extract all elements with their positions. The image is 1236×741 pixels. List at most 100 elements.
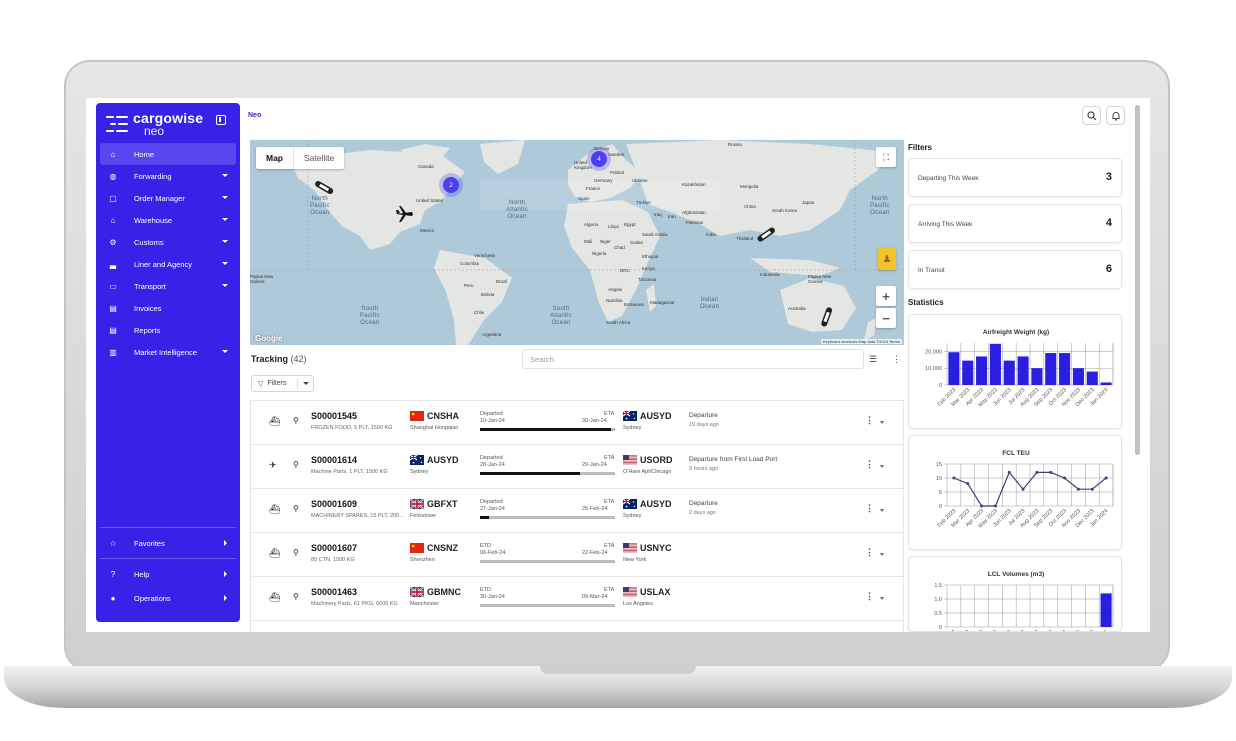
search-button[interactable] bbox=[1082, 106, 1101, 125]
location-pin-icon[interactable]: ⚲ bbox=[293, 548, 299, 557]
sidebar-item-order-manager[interactable]: ▢ Order Manager bbox=[100, 187, 236, 209]
chart-point[interactable] bbox=[1063, 476, 1067, 480]
tracking-row[interactable]: ⛴ ⚲ S00001463 Machinery Parts, 61 PKG, 6000… bbox=[251, 577, 903, 621]
chart-point[interactable] bbox=[980, 504, 984, 508]
chart-point[interactable] bbox=[1035, 470, 1039, 474]
sidebar-item-forwarding[interactable]: ◍ Forwarding bbox=[100, 165, 236, 187]
scrollbar[interactable] bbox=[1134, 103, 1141, 627]
chart-point[interactable] bbox=[993, 504, 997, 508]
shipment-id[interactable]: S00001609 bbox=[311, 499, 357, 509]
chevron-down-icon[interactable] bbox=[222, 174, 228, 177]
sort-icon[interactable]: ☰ bbox=[869, 354, 877, 365]
chart-bar[interactable] bbox=[1031, 368, 1043, 385]
chart-bar[interactable] bbox=[1100, 382, 1112, 385]
chart-bar[interactable] bbox=[1003, 360, 1015, 385]
fcl-chart-card[interactable]: FCL TEU 0 5 10 15 Feb 2023 Mar 2023 Apr 2023 May… bbox=[908, 435, 1122, 550]
chart-point[interactable] bbox=[1076, 487, 1080, 491]
row-more-icon[interactable]: ⋮ bbox=[865, 415, 874, 426]
sidebar-item-reports[interactable]: ▤ Reports bbox=[100, 319, 236, 341]
sidebar-item-invoices[interactable]: ▤ Invoices bbox=[100, 297, 236, 319]
chart-point[interactable] bbox=[1021, 487, 1025, 491]
breadcrumb[interactable]: Neo bbox=[248, 112, 261, 119]
chart-bar[interactable] bbox=[989, 343, 1001, 385]
shipment-id[interactable]: S00001607 bbox=[311, 543, 357, 553]
tracking-search-input[interactable]: Search bbox=[522, 349, 864, 369]
fullscreen-button[interactable]: ⛶ bbox=[876, 147, 896, 167]
chevron-down-icon[interactable] bbox=[222, 218, 228, 221]
chevron-down-icon[interactable] bbox=[880, 597, 884, 600]
chart-point[interactable] bbox=[1104, 476, 1108, 480]
sidebar-item-favorites[interactable]: ☆ Favorites bbox=[100, 532, 236, 554]
map-cluster-marker[interactable]: 2 bbox=[443, 177, 459, 193]
location-pin-icon[interactable]: ⚲ bbox=[293, 460, 299, 469]
chart-bar[interactable] bbox=[1045, 353, 1057, 385]
chart-bar[interactable] bbox=[962, 360, 974, 385]
lcl-chart-card[interactable]: LCL Volumes (m3)00.51.01.5Feb 2023Mar 20… bbox=[908, 556, 1122, 632]
sidebar-item-transport[interactable]: ▭ Transport bbox=[100, 275, 236, 297]
chart-point[interactable] bbox=[1090, 487, 1094, 491]
chart-point[interactable] bbox=[1049, 470, 1053, 474]
more-options-icon[interactable]: ⋮ bbox=[892, 354, 901, 365]
chevron-down-icon[interactable] bbox=[222, 350, 228, 353]
row-more-icon[interactable]: ⋮ bbox=[865, 591, 874, 602]
row-more-icon[interactable]: ⋮ bbox=[865, 459, 874, 470]
chart-bar[interactable] bbox=[976, 356, 988, 385]
chart-bar[interactable] bbox=[1072, 368, 1084, 385]
sidebar-item-help[interactable]: ? Help bbox=[100, 563, 236, 585]
location-pin-icon[interactable]: ⚲ bbox=[293, 592, 299, 601]
tracking-row[interactable]: ⛴ ⚲ S00001545 FROZEN FOOD, 5 PLT, 1500 KG CN… bbox=[251, 401, 903, 445]
tracking-row[interactable]: ⛴ ⚲ S00001609 MACHINERY SPARES, 15 PLT, 200… bbox=[251, 489, 903, 533]
chart-bar[interactable] bbox=[1086, 371, 1098, 385]
tracking-row[interactable]: ⛴ ⚲ S00001607 80 CTN, 1500 KG CNSNZ Shenzhen E… bbox=[251, 533, 903, 577]
filters-button[interactable]: ▽ Filters bbox=[251, 375, 314, 392]
street-view-pegman[interactable]: ♟ bbox=[878, 248, 896, 270]
chevron-down-icon[interactable] bbox=[222, 262, 228, 265]
tracking-count: (42) bbox=[290, 354, 307, 364]
chevron-down-icon[interactable] bbox=[222, 284, 228, 287]
scrollbar-thumb[interactable] bbox=[1135, 105, 1140, 455]
location-pin-icon[interactable]: ⚲ bbox=[293, 504, 299, 513]
chevron-down-icon[interactable] bbox=[303, 382, 309, 385]
sidebar-item-liner-and-agency[interactable]: ▃ Liner and Agency bbox=[100, 253, 236, 275]
chart-point[interactable] bbox=[1007, 470, 1011, 474]
notifications-button[interactable] bbox=[1106, 106, 1125, 125]
shipment-id[interactable]: S00001614 bbox=[311, 455, 357, 465]
chevron-down-icon[interactable] bbox=[222, 240, 228, 243]
airfreight-chart-card[interactable]: Airfreight Weight (kg) 0 10,000 20,000 Feb 2… bbox=[908, 314, 1122, 429]
chevron-down-icon[interactable] bbox=[880, 465, 884, 468]
chevron-down-icon[interactable] bbox=[880, 553, 884, 556]
collapse-sidebar-icon[interactable] bbox=[216, 115, 226, 125]
filter-card-in-transit[interactable]: In Transit 6 bbox=[908, 250, 1122, 289]
world-map[interactable]: Map Satellite ⛶ ♟ + − North Pacific Ocean … bbox=[250, 140, 904, 345]
row-more-icon[interactable]: ⋮ bbox=[865, 547, 874, 558]
tab-satellite[interactable]: Satellite bbox=[293, 147, 344, 169]
location-pin-icon[interactable]: ⚲ bbox=[293, 416, 299, 425]
chevron-down-icon[interactable] bbox=[880, 421, 884, 424]
chart-bar[interactable] bbox=[948, 352, 960, 385]
shipment-id[interactable]: S00001545 bbox=[311, 411, 357, 421]
chevron-down-icon[interactable] bbox=[880, 509, 884, 512]
chart-point[interactable] bbox=[966, 482, 970, 486]
map-cluster-marker[interactable]: 4 bbox=[591, 151, 607, 167]
sidebar-item-market-intelligence[interactable]: ▥ Market Intelligence bbox=[100, 341, 236, 363]
chart-bar[interactable] bbox=[1017, 356, 1029, 385]
filter-card-departing-this-week[interactable]: Departing This Week 3 bbox=[908, 158, 1122, 197]
chart-bar[interactable] bbox=[1059, 353, 1071, 385]
zoom-in-button[interactable]: + bbox=[876, 286, 896, 306]
sidebar-item-customs[interactable]: ⚙ Customs bbox=[100, 231, 236, 253]
sidebar-item-operations[interactable]: ● Operations bbox=[100, 587, 236, 609]
sidebar-item-home[interactable]: ⌂ Home bbox=[100, 143, 236, 165]
chart-bar[interactable] bbox=[1100, 593, 1112, 627]
row-more-icon[interactable]: ⋮ bbox=[865, 503, 874, 514]
tracking-row[interactable]: ✈ ⚲ S00001614 Machine Parts, 1 PLT, 1500 KG… bbox=[251, 445, 903, 489]
tab-map[interactable]: Map bbox=[256, 147, 293, 169]
zoom-out-button[interactable]: − bbox=[876, 308, 896, 328]
filter-card-arriving-this-week[interactable]: Arriving This Week 4 bbox=[908, 204, 1122, 243]
map-footer[interactable]: Keyboard shortcuts Map data ©2024 Terms bbox=[820, 339, 902, 344]
shipment-id[interactable]: S00001463 bbox=[311, 587, 357, 597]
plane-marker-icon[interactable] bbox=[394, 204, 414, 224]
chart-point[interactable] bbox=[952, 476, 956, 480]
chevron-down-icon[interactable] bbox=[222, 196, 228, 199]
sidebar-item-warehouse[interactable]: ⌂ Warehouse bbox=[100, 209, 236, 231]
brand[interactable]: cargowise neo bbox=[106, 109, 230, 139]
